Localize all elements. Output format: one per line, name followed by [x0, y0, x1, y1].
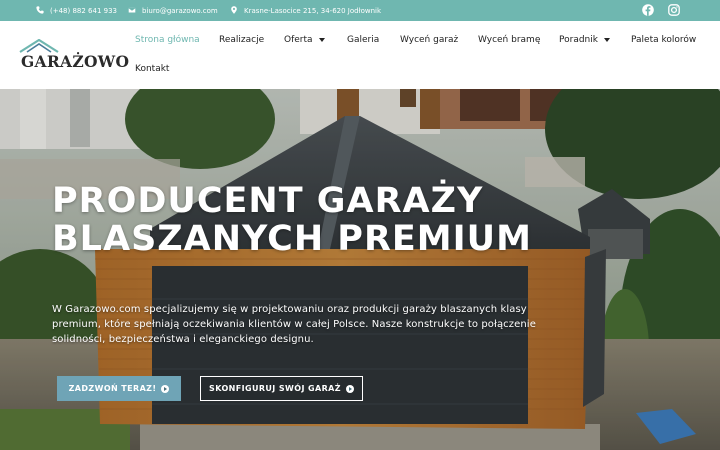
- phone-number: (+48) 882 641 933: [50, 6, 117, 15]
- phone-icon: [36, 5, 44, 16]
- nav-kontakt-label: Kontakt: [135, 64, 170, 74]
- top-bar: (+48) 882 641 933 biuro@garazowo.com Kra…: [0, 0, 720, 21]
- call-now-label: ZADZWOŃ TERAZ!: [68, 384, 157, 393]
- email-link[interactable]: biuro@garazowo.com: [128, 0, 218, 21]
- configure-garage-button[interactable]: SKONFIGURUJ SWÓJ GARAŻ: [200, 376, 363, 401]
- chevron-down-icon: [318, 38, 325, 42]
- nav-home-label: Strona główna: [135, 35, 200, 45]
- hero-description: W Garazowo.com specjalizujemy się w proj…: [52, 304, 536, 345]
- nav-realizacje-label: Realizacje: [219, 35, 265, 45]
- hero-title: PRODUCENT GARAŻY BLASZANYCH PREMIUM: [52, 181, 532, 259]
- call-now-button[interactable]: ZADZWOŃ TERAZ!: [57, 376, 181, 401]
- nav-wycen-brame-label: Wyceń bramę: [478, 35, 541, 45]
- facebook-icon[interactable]: [642, 4, 654, 16]
- address-link[interactable]: Krasne-Lasocice 215, 34-620 Jodłownik: [230, 0, 381, 21]
- configure-garage-label: SKONFIGURUJ SWÓJ GARAŻ: [209, 384, 341, 393]
- nav-oferta[interactable]: Oferta: [284, 33, 325, 47]
- nav-poradnik-label: Poradnik: [559, 35, 598, 45]
- arrow-circle-right-icon: [161, 384, 170, 393]
- nav-galeria[interactable]: Galeria: [347, 33, 379, 47]
- hero-section: PRODUCENT GARAŻY BLASZANYCH PREMIUM W Ga…: [0, 89, 720, 450]
- phone-link[interactable]: (+48) 882 641 933: [36, 0, 117, 21]
- instagram-icon[interactable]: [668, 4, 680, 16]
- nav-wycen-garaz[interactable]: Wyceń garaż: [400, 33, 458, 47]
- site-header: GARAŻOWO Strona główna Realizacje Oferta…: [0, 21, 720, 89]
- nav-home[interactable]: Strona główna: [135, 33, 200, 47]
- nav-wycen-garaz-label: Wyceń garaż: [400, 35, 459, 45]
- chevron-down-icon: [603, 38, 610, 42]
- map-pin-icon: [230, 5, 238, 16]
- nav-oferta-label: Oferta: [284, 35, 313, 45]
- nav-wycen-brame[interactable]: Wyceń bramę: [478, 33, 540, 47]
- email-address: biuro@garazowo.com: [142, 6, 218, 15]
- logo-text: GARAŻOWO: [21, 52, 130, 71]
- nav-paleta[interactable]: Paleta kolorów: [631, 33, 696, 47]
- nav-paleta-label: Paleta kolorów: [631, 35, 697, 45]
- nav-kontakt[interactable]: Kontakt: [135, 62, 169, 76]
- arrow-circle-right-icon: [345, 384, 354, 393]
- envelope-icon: [128, 6, 136, 16]
- address-text: Krasne-Lasocice 215, 34-620 Jodłownik: [244, 6, 382, 15]
- nav-galeria-label: Galeria: [347, 35, 380, 45]
- logo[interactable]: GARAŻOWO: [18, 39, 129, 75]
- nav-realizacje[interactable]: Realizacje: [219, 33, 264, 47]
- nav-poradnik[interactable]: Poradnik: [559, 33, 610, 47]
